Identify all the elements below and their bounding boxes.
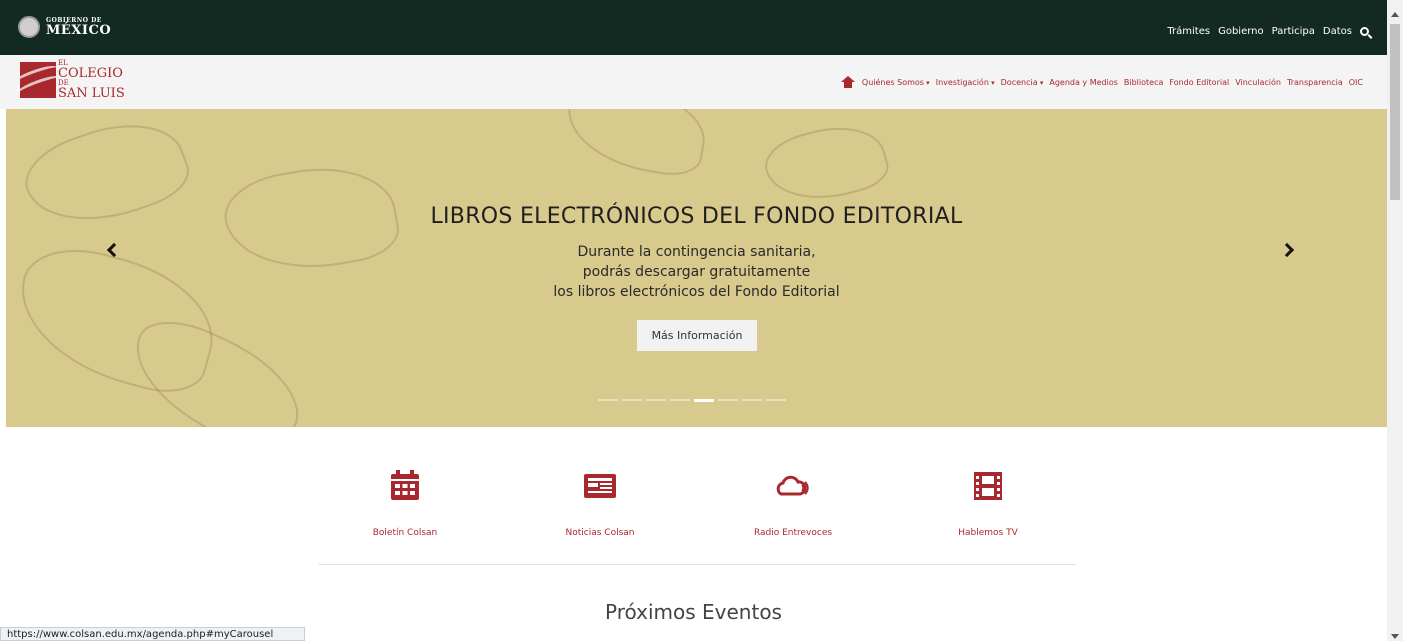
carousel-indicator[interactable] — [598, 399, 618, 401]
colsan-logo-text: EL COLEGIO DE SAN LUIS — [58, 60, 125, 101]
hero-description-line: podrás descargar gratuitamente — [582, 264, 811, 280]
book-decoration — [758, 114, 894, 214]
newspaper-icon — [584, 474, 616, 498]
carousel-indicators — [598, 399, 790, 402]
quick-link-label: Radio Entrevoces — [753, 528, 833, 538]
gov-link-tramites[interactable]: Trámites — [1167, 26, 1210, 37]
nav-oic[interactable]: OIC — [1349, 78, 1363, 87]
nav-fondo-editorial[interactable]: Fondo Editorial — [1169, 78, 1229, 87]
nav-quienes-somos[interactable]: Quiénes Somos — [862, 78, 930, 87]
more-info-button[interactable]: Más Información — [637, 320, 757, 351]
scroll-up-icon[interactable] — [1391, 12, 1399, 17]
hero-description-line: los libros electrónicos del Fondo Editor… — [553, 284, 840, 300]
hero-description: Durante la contingencia sanitaria, podrá… — [6, 242, 1387, 302]
carousel-indicator[interactable] — [742, 399, 762, 401]
hero-carousel: LIBROS ELECTRÓNICOS DEL FONDO EDITORIAL … — [6, 109, 1387, 427]
nav-docencia[interactable]: Docencia — [1001, 78, 1044, 87]
upcoming-events-title: Próximos Eventos — [605, 600, 782, 624]
page-scrollbar[interactable] — [1387, 0, 1403, 641]
gobierno-de-mexico-logo[interactable]: GOBIERNO DE MÉXICO — [18, 16, 111, 38]
gov-link-gobierno[interactable]: Gobierno — [1218, 26, 1264, 37]
book-decoration — [560, 109, 712, 181]
site-navigation-bar: EL COLEGIO DE SAN LUIS Quiénes Somos Inv… — [0, 55, 1387, 109]
colsan-emblem-icon — [20, 62, 56, 98]
calendar-icon — [391, 470, 419, 500]
nav-vinculacion[interactable]: Vinculación — [1235, 78, 1281, 87]
quick-link-label: Boletín Colsan — [372, 528, 438, 538]
gov-link-datos[interactable]: Datos — [1323, 26, 1352, 37]
government-links: Trámites Gobierno Participa Datos — [1159, 26, 1369, 37]
quick-link-radio[interactable]: Radio Entrevoces — [718, 468, 868, 538]
gobierno-logo-big: MÉXICO — [46, 22, 112, 38]
nav-biblioteca[interactable]: Biblioteca — [1124, 78, 1164, 87]
hero-description-line: Durante la contingencia sanitaria, — [577, 244, 816, 260]
national-seal-icon — [18, 16, 40, 38]
scrollbar-thumb[interactable] — [1390, 24, 1400, 200]
colsan-logo-line4: SAN LUIS — [58, 86, 125, 101]
carousel-indicator[interactable] — [766, 399, 786, 401]
carousel-indicator[interactable] — [646, 399, 666, 401]
hero-title: LIBROS ELECTRÓNICOS DEL FONDO EDITORIAL — [430, 204, 963, 229]
home-icon[interactable] — [840, 76, 855, 88]
film-icon — [974, 472, 1002, 500]
section-divider — [318, 564, 1076, 565]
gov-link-participa[interactable]: Participa — [1272, 26, 1315, 37]
gobierno-logo-text: GOBIERNO DE MÉXICO — [46, 17, 112, 38]
quick-link-noticias[interactable]: Noticias Colsan — [525, 468, 675, 538]
colsan-logo[interactable]: EL COLEGIO DE SAN LUIS — [20, 60, 125, 100]
carousel-indicator[interactable] — [718, 399, 738, 401]
quick-link-label: Hablemos TV — [958, 528, 1018, 538]
carousel-indicator[interactable] — [670, 399, 690, 401]
quick-link-label: Noticias Colsan — [565, 528, 635, 538]
nav-investigacion[interactable]: Investigación — [936, 78, 995, 87]
quick-link-hablemos-tv[interactable]: Hablemos TV — [913, 468, 1063, 538]
browser-status-url: https://www.colsan.edu.mx/agenda.php#myC… — [0, 627, 305, 641]
carousel-indicator[interactable] — [694, 399, 714, 402]
search-icon[interactable] — [1360, 27, 1369, 36]
government-header-bar: GOBIERNO DE MÉXICO Trámites Gobierno Par… — [0, 0, 1387, 55]
carousel-indicator[interactable] — [622, 399, 642, 401]
main-menu: Quiénes Somos Investigación Docencia Age… — [840, 76, 1369, 88]
quick-link-boletin[interactable]: Boletín Colsan — [330, 468, 480, 538]
nav-agenda-y-medios[interactable]: Agenda y Medios — [1049, 78, 1118, 87]
nav-transparencia[interactable]: Transparencia — [1287, 78, 1343, 87]
scroll-down-icon[interactable] — [1391, 634, 1399, 639]
cloud-broadcast-icon — [776, 475, 809, 496]
